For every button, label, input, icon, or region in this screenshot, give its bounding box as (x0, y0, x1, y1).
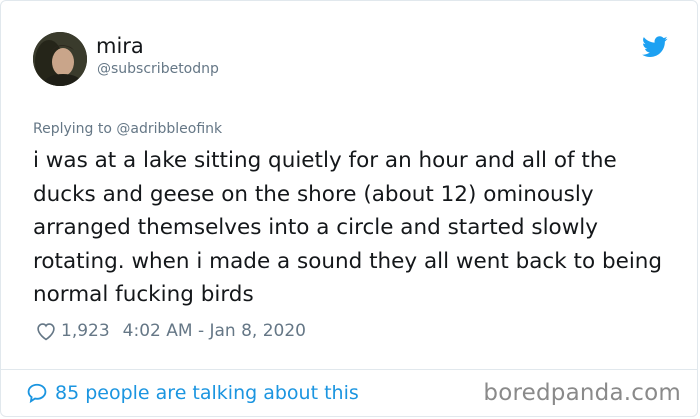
heart-icon[interactable] (35, 320, 57, 342)
tweet-meta: 1,923 4:02 AM - Jan 8, 2020 (35, 318, 306, 344)
speech-bubble-icon (27, 383, 47, 404)
timestamp[interactable]: 4:02 AM - Jan 8, 2020 (123, 321, 306, 341)
avatar[interactable] (33, 32, 87, 86)
profile-photo (33, 32, 87, 86)
display-name[interactable]: mira (96, 34, 144, 58)
talking-text: 85 people are talking about this (55, 382, 359, 404)
user-handle[interactable]: @subscribetodnp (97, 59, 219, 79)
replying-to[interactable]: Replying to @adribbleofink (33, 119, 222, 139)
tweet-card: mira @subscribetodnp Replying to @adribb… (0, 0, 698, 417)
divider (1, 369, 697, 370)
like-count[interactable]: 1,923 (61, 321, 110, 341)
watermark: boredpanda.com (483, 380, 681, 406)
twitter-bird-icon[interactable] (642, 36, 668, 58)
talking-link[interactable]: 85 people are talking about this (26, 382, 359, 404)
tweet-text: i was at a lake sitting quietly for an h… (33, 148, 663, 307)
